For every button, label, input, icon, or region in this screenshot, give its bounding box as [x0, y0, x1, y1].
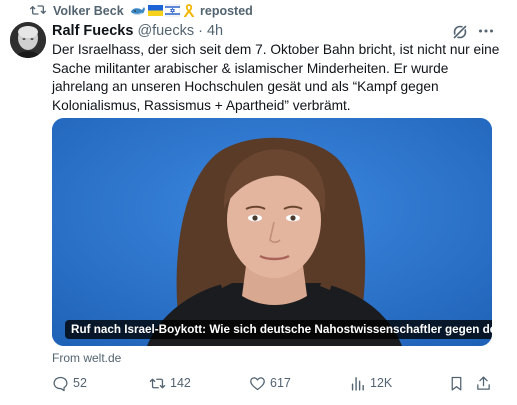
avatar-photo	[10, 22, 46, 58]
heart-icon	[250, 376, 265, 390]
grok-icon[interactable]	[452, 24, 468, 40]
views-button[interactable]: 12K	[349, 372, 392, 394]
author-handle[interactable]: @fuecks	[137, 23, 194, 39]
more-options-icon[interactable]	[477, 22, 495, 40]
link-card[interactable]: Ruf nach Israel-Boykott: Wie sich deutsc…	[52, 118, 492, 346]
article-image	[52, 118, 492, 346]
like-button[interactable]: 617	[249, 372, 291, 394]
action-bar: 52 142 617 12K	[52, 372, 497, 394]
israel-flag-icon	[165, 4, 180, 17]
tweet-time[interactable]: 4h	[207, 23, 223, 39]
card-caption: Ruf nach Israel-Boykott: Wie sich deutsc…	[65, 320, 492, 339]
avatar[interactable]	[10, 22, 46, 58]
whale-emoji-icon	[131, 7, 145, 15]
views-count: 12K	[370, 376, 393, 390]
tweet-header: Ralf Fuecks @fuecks · 4h	[52, 23, 223, 41]
reply-icon	[53, 376, 68, 391]
share-button[interactable]	[475, 372, 492, 394]
like-count: 617	[270, 376, 291, 390]
ukraine-flag-icon	[148, 5, 163, 16]
share-icon	[477, 375, 490, 390]
reposted-label: reposted	[200, 4, 253, 18]
reposter-name[interactable]: Volker Beck	[53, 4, 124, 18]
tweet-text: Der Israelhass, der sich seit dem 7. Okt…	[52, 42, 500, 113]
views-chart-icon	[351, 376, 364, 391]
card-source[interactable]: From welt.de	[52, 351, 121, 365]
author-name[interactable]: Ralf Fuecks	[52, 23, 133, 39]
repost-bar: Volker Beck reposted	[0, 0, 517, 22]
separator-dot: ·	[198, 23, 203, 39]
bookmark-button[interactable]	[448, 372, 465, 394]
repost-icon	[30, 5, 46, 15]
yellow-ribbon-icon	[184, 4, 194, 17]
reply-count: 52	[73, 376, 87, 390]
repost-count: 142	[170, 376, 191, 390]
bookmark-icon	[451, 376, 462, 391]
repost-button[interactable]: 142	[149, 372, 191, 394]
repost-icon	[149, 378, 166, 388]
reply-button[interactable]: 52	[52, 372, 87, 394]
